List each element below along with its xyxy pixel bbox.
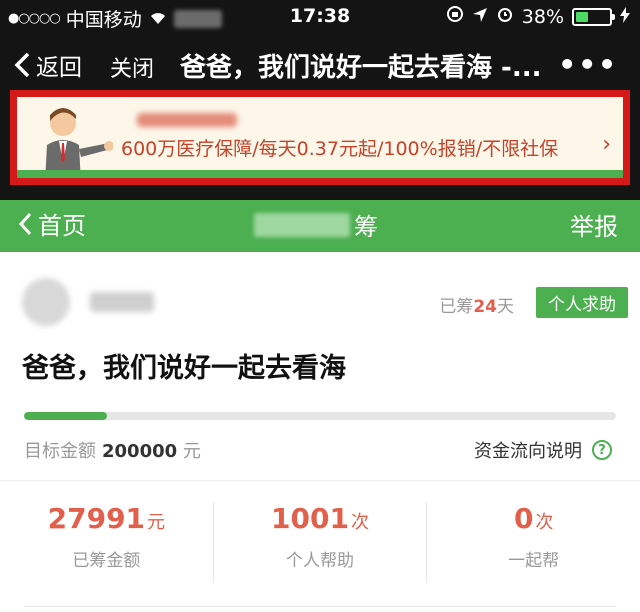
blurred-ad-title [137, 113, 237, 127]
stat-value: 0次 [427, 502, 640, 540]
stat-number: 0 [513, 502, 534, 535]
alarm-icon [496, 5, 514, 28]
back-label: 返回 [36, 55, 82, 81]
avatar [22, 278, 70, 326]
ad-green-stripe [17, 170, 623, 178]
stat-value: 27991 元 [0, 502, 213, 540]
stat-label: 已筹金额 [72, 551, 141, 571]
location-icon [472, 6, 488, 28]
insurance-ad-banner[interactable]: 600万医疗保障/每天0.37元起/100%报销/不限社保 › [10, 90, 630, 185]
header-title: 筹 [254, 207, 378, 242]
status-bar: ●○○○○ 中国移动 17:38 38% [0, 0, 640, 34]
blurred-author-name [90, 292, 154, 312]
target-amount: 目标金额 200000 元 [24, 437, 201, 463]
chevron-right-icon: › [602, 132, 611, 157]
campaign-title: 爸爸，我们说好一起去看海 [22, 353, 346, 384]
chevron-left-icon [18, 212, 32, 235]
funds-flow-link[interactable]: 资金流向说明 ? [474, 437, 612, 463]
charging-icon [620, 6, 630, 28]
stat-unit: 次 [350, 512, 369, 533]
status-right: 38% [446, 5, 630, 28]
raised-prefix: 已筹 [439, 297, 474, 317]
raised-days-count: 24 [473, 297, 497, 317]
more-button[interactable]: ••• [558, 48, 618, 81]
campaign-content: 已筹24天 个人求助 爸爸，我们说好一起去看海 目标金额 200000 元 资金流… [0, 252, 640, 612]
progress-fill [24, 412, 107, 420]
category-tag: 个人求助 [536, 287, 628, 318]
stat-number: 1001 [271, 502, 349, 535]
stat-raised-amount: 27991 元 已筹金额 [0, 502, 213, 582]
chevron-left-icon [14, 52, 30, 78]
stat-group-help: 0次 一起帮 [426, 502, 640, 582]
back-button[interactable]: 返回 [14, 48, 82, 82]
blurred-platform-name [254, 212, 350, 237]
stat-unit: 元 [147, 512, 166, 533]
report-button[interactable]: 举报 [570, 207, 618, 242]
divider [0, 480, 640, 481]
funds-flow-label: 资金流向说明 [474, 441, 582, 462]
raised-days: 已筹24天 [439, 292, 514, 317]
orientation-lock-icon [446, 5, 464, 28]
help-icon: ? [592, 440, 612, 460]
header-title-suffix: 筹 [354, 213, 378, 241]
home-button[interactable]: 首页 [18, 206, 86, 241]
close-button[interactable]: 关闭 [110, 51, 154, 83]
target-label: 目标金额 [24, 441, 96, 462]
battery-icon [572, 7, 615, 26]
bottom-divider [24, 606, 616, 607]
stat-unit: 次 [535, 512, 554, 533]
target-unit: 元 [182, 441, 201, 462]
ad-banner-area: 600万医疗保障/每天0.37元起/100%报销/不限社保 › [0, 80, 640, 200]
raised-suffix: 天 [497, 297, 514, 317]
progress-bar [24, 412, 616, 420]
battery-percent: 38% [521, 5, 564, 28]
stat-label: 一起帮 [508, 551, 560, 571]
ad-text: 600万医疗保障/每天0.37元起/100%报销/不限社保 [121, 138, 559, 160]
target-value: 200000 [102, 441, 178, 462]
author-info[interactable] [22, 278, 154, 326]
stat-value: 1001 次 [214, 502, 427, 540]
home-label: 首页 [38, 212, 86, 240]
stat-personal-help: 1001 次 个人帮助 [212, 502, 427, 582]
campaign-header: 首页 筹 举报 [0, 200, 640, 252]
stat-label: 个人帮助 [286, 551, 354, 571]
page-title: 爸爸，我们说好一起去看海 -... [180, 53, 542, 83]
stats-row: 27991 元 已筹金额 1001 次 个人帮助 0次 一起帮 [0, 502, 640, 582]
stat-number: 27991 [47, 502, 146, 535]
